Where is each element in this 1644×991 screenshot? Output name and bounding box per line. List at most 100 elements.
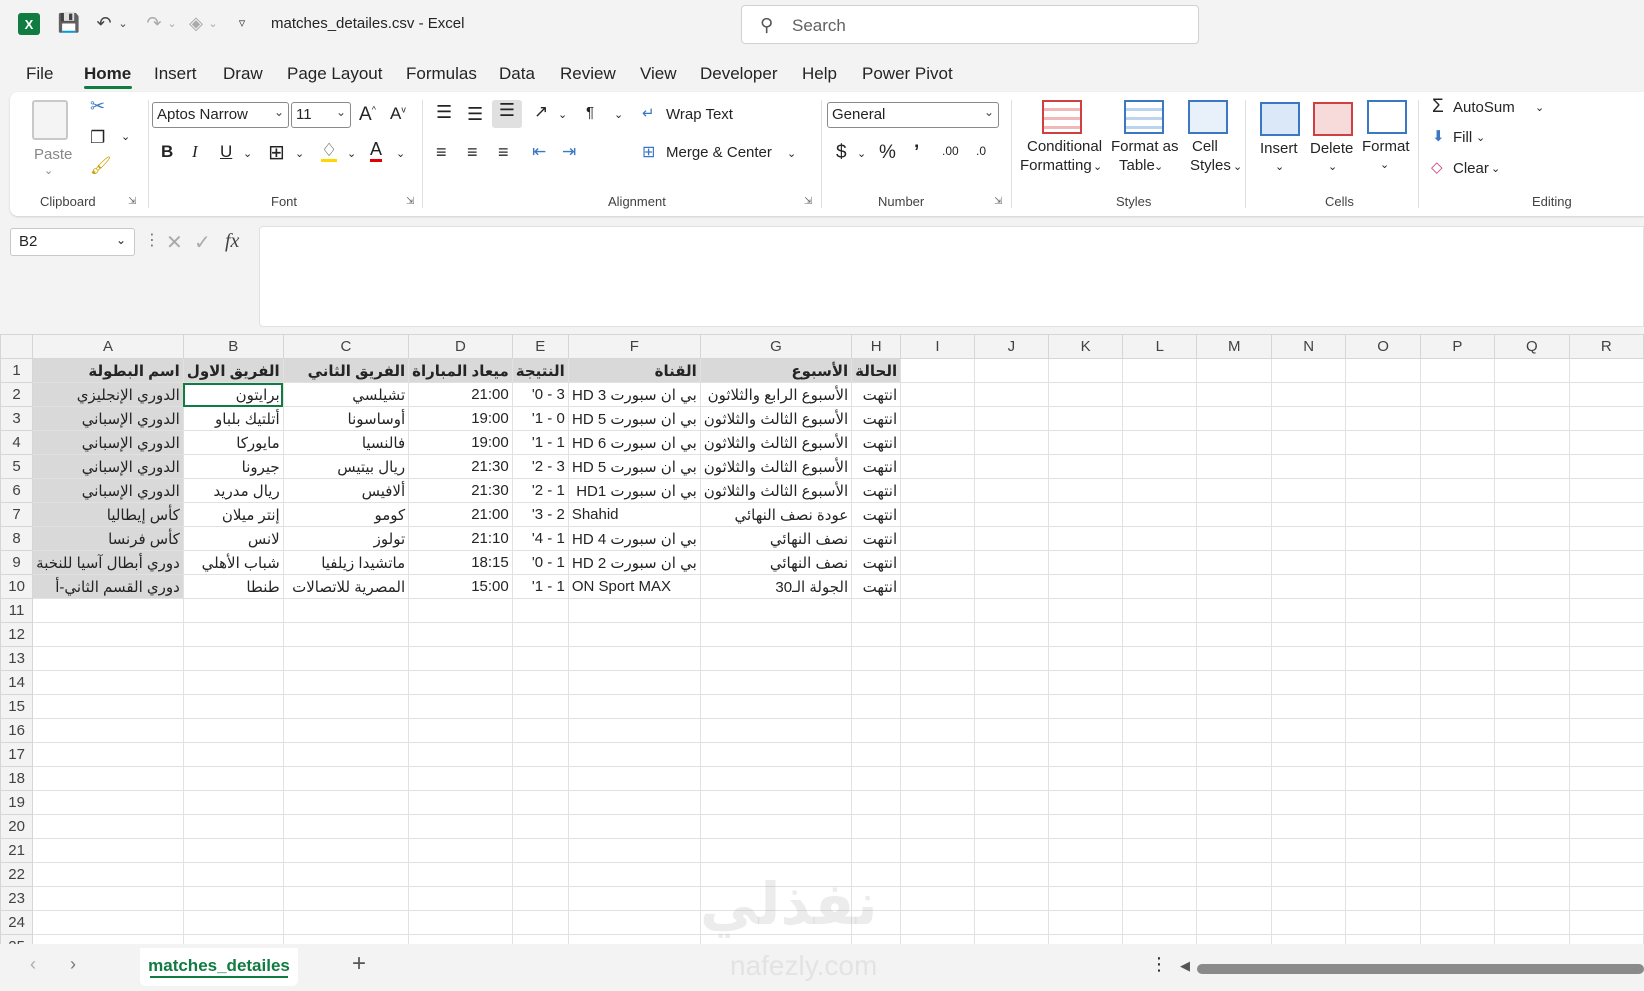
cell-j5[interactable] xyxy=(973,454,1049,479)
align-right-icon[interactable]: ≡ xyxy=(498,142,509,163)
cell-c10[interactable]: المصرية للاتصالات xyxy=(282,574,410,599)
cell-o1[interactable] xyxy=(1345,358,1421,383)
decrease-decimal-icon[interactable]: .0 xyxy=(976,144,986,158)
delete-cells-button[interactable]: Delete xyxy=(1310,140,1353,157)
cell-g11[interactable] xyxy=(699,598,853,623)
orientation-icon[interactable]: ↗ xyxy=(534,102,548,122)
cell-a16[interactable] xyxy=(32,718,184,743)
copy-dropdown-icon[interactable]: ⌄ xyxy=(121,130,130,143)
cell-n14[interactable] xyxy=(1270,670,1347,695)
cell-g17[interactable] xyxy=(699,742,853,767)
cell-f1[interactable]: القناة xyxy=(567,358,701,383)
cell-i23[interactable] xyxy=(900,886,975,911)
conditional-formatting-icon[interactable] xyxy=(1042,100,1082,134)
add-sheet-button[interactable]: + xyxy=(352,950,366,978)
cell-m2[interactable] xyxy=(1196,382,1272,407)
format-cells-icon[interactable] xyxy=(1367,100,1407,134)
cell-m21[interactable] xyxy=(1196,838,1272,863)
cell-h3[interactable]: انتهت xyxy=(851,406,902,431)
row-header[interactable]: 11 xyxy=(0,598,34,623)
tab-view[interactable]: View xyxy=(640,64,677,84)
cell-e22[interactable] xyxy=(511,862,569,887)
cell-n25[interactable] xyxy=(1270,934,1347,944)
cell-d19[interactable] xyxy=(408,790,513,815)
cell-l2[interactable] xyxy=(1122,382,1198,407)
cell-p3[interactable] xyxy=(1419,406,1496,431)
cell-p2[interactable] xyxy=(1419,382,1496,407)
decrease-font-icon[interactable]: Av xyxy=(390,104,406,124)
cell-g1[interactable]: الأسبوع xyxy=(699,358,853,383)
cancel-icon[interactable]: ✕ xyxy=(166,230,183,255)
cell-h16[interactable] xyxy=(851,718,902,743)
cell-b15[interactable] xyxy=(182,694,284,719)
cell-i5[interactable] xyxy=(900,454,975,479)
column-header-a[interactable]: A xyxy=(32,334,184,359)
format-as-table-label-1[interactable]: Format as xyxy=(1111,138,1179,155)
cell-k19[interactable] xyxy=(1047,790,1124,815)
cell-j8[interactable] xyxy=(973,526,1049,551)
cell-k3[interactable] xyxy=(1047,406,1124,431)
worksheet-grid[interactable]: ABCDEFGHIJKLMNOPQR 1 اسم البطولة الفريق ال… xyxy=(0,334,1644,944)
cell-b11[interactable] xyxy=(182,598,284,623)
cell-q2[interactable] xyxy=(1494,382,1570,407)
cell-k12[interactable] xyxy=(1047,622,1124,647)
cell-p23[interactable] xyxy=(1419,886,1496,911)
cell-p7[interactable] xyxy=(1419,502,1496,527)
cell-l12[interactable] xyxy=(1122,622,1198,647)
cell-q24[interactable] xyxy=(1494,910,1570,935)
row-header[interactable]: 12 xyxy=(0,622,34,647)
text-direction-dropdown-icon[interactable]: ⌄ xyxy=(614,108,623,121)
formula-input[interactable] xyxy=(259,226,1644,327)
fill-color-dropdown-icon[interactable]: ⌄ xyxy=(347,147,356,160)
font-color-icon[interactable]: A xyxy=(370,139,383,162)
cell-l25[interactable] xyxy=(1122,934,1198,944)
cell-q12[interactable] xyxy=(1494,622,1570,647)
cell-f3[interactable]: بي ان سبورت HD 5 xyxy=(567,406,701,431)
cell-q23[interactable] xyxy=(1494,886,1570,911)
tab-draw[interactable]: Draw xyxy=(223,64,263,84)
tab-insert[interactable]: Insert xyxy=(154,64,197,84)
redo-dropdown-icon[interactable]: ⌄ xyxy=(166,10,178,36)
cell-e13[interactable] xyxy=(511,646,569,671)
cell-i12[interactable] xyxy=(900,622,975,647)
column-header-d[interactable]: D xyxy=(408,334,513,359)
cell-b18[interactable] xyxy=(182,766,284,791)
tab-help[interactable]: Help xyxy=(802,64,837,84)
cell-o19[interactable] xyxy=(1345,790,1421,815)
fill-button[interactable]: Fill xyxy=(1453,129,1472,146)
horizontal-scrollbar[interactable] xyxy=(1197,964,1644,974)
cell-o24[interactable] xyxy=(1345,910,1421,935)
cell-c15[interactable] xyxy=(282,694,410,719)
cell-d4[interactable]: 19:00 xyxy=(408,430,513,455)
conditional-formatting-label-2[interactable]: Formatting xyxy=(1020,157,1092,174)
insert-function-button[interactable]: fx xyxy=(225,230,239,253)
cell-r8[interactable] xyxy=(1568,526,1644,551)
cell-c12[interactable] xyxy=(282,622,410,647)
clipboard-launcher-icon[interactable]: ⇲ xyxy=(128,196,136,207)
cell-q6[interactable] xyxy=(1494,478,1570,503)
cell-f6[interactable]: بي ان سبورت HD1 xyxy=(567,478,701,503)
cell-a24[interactable] xyxy=(32,910,184,935)
cell-h22[interactable] xyxy=(851,862,902,887)
cell-f19[interactable] xyxy=(567,790,701,815)
increase-font-icon[interactable]: A^ xyxy=(359,104,376,126)
cell-n24[interactable] xyxy=(1270,910,1347,935)
select-all-corner[interactable] xyxy=(0,334,34,359)
cell-r11[interactable] xyxy=(1568,598,1644,623)
cell-k21[interactable] xyxy=(1047,838,1124,863)
clear-dropdown-icon[interactable]: ⌄ xyxy=(1491,162,1500,175)
bold-icon[interactable]: B xyxy=(161,142,173,162)
cell-i2[interactable] xyxy=(900,382,975,407)
cell-n11[interactable] xyxy=(1270,598,1347,623)
cell-f18[interactable] xyxy=(567,766,701,791)
cell-m10[interactable] xyxy=(1196,574,1272,599)
cell-d6[interactable]: 21:30 xyxy=(408,478,513,503)
number-launcher-icon[interactable]: ⇲ xyxy=(994,196,1002,207)
cell-d5[interactable]: 21:30 xyxy=(408,454,513,479)
cell-o18[interactable] xyxy=(1345,766,1421,791)
cell-j16[interactable] xyxy=(973,718,1049,743)
cell-a10[interactable]: دوري القسم الثاني-أ xyxy=(32,574,184,599)
cell-f21[interactable] xyxy=(567,838,701,863)
cell-p11[interactable] xyxy=(1419,598,1496,623)
cell-r24[interactable] xyxy=(1568,910,1644,935)
